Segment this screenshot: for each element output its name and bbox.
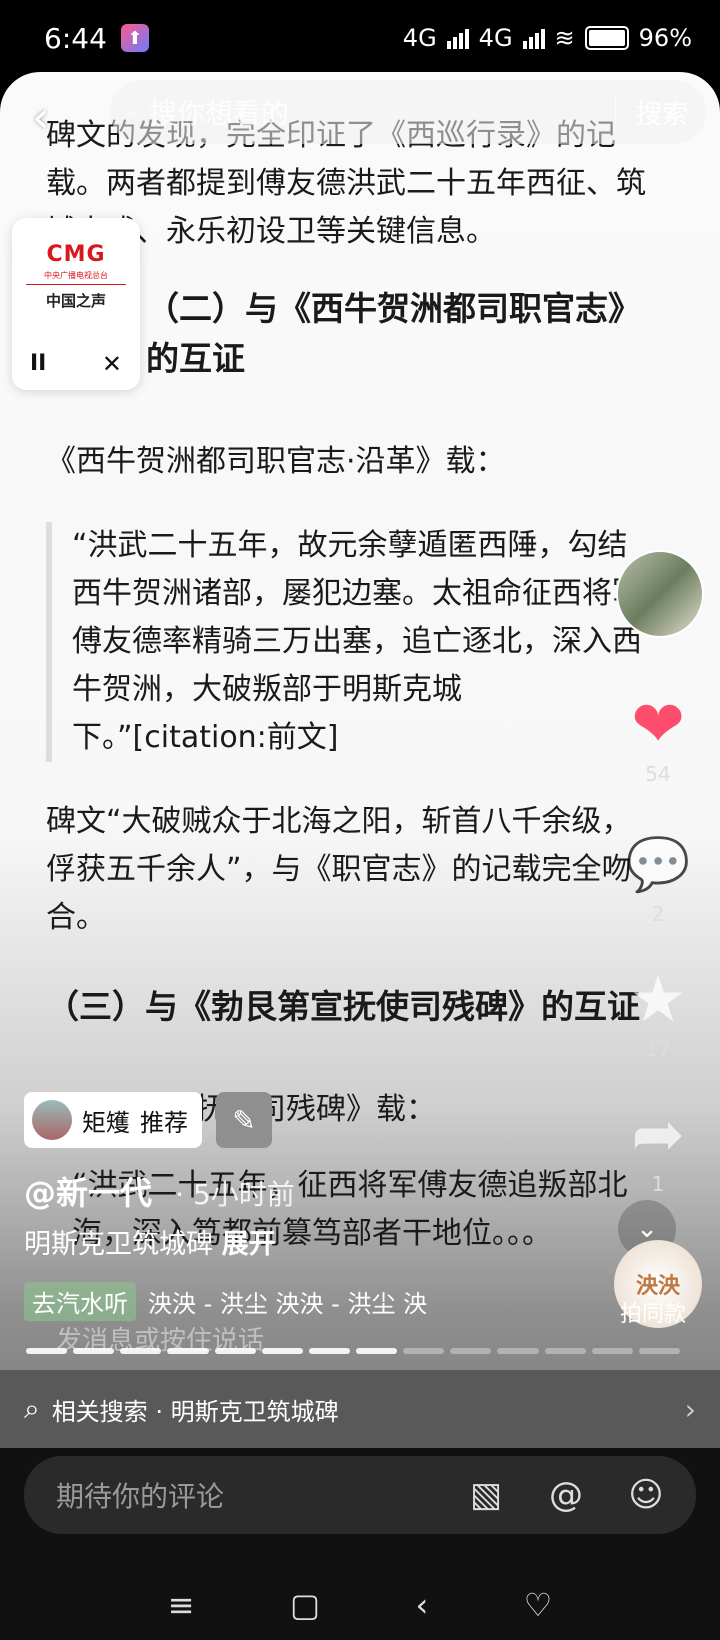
quote-text: “洪武二十五年，故元余孽遁匿西陲，勾结西牛贺洲诸部，屡犯边塞。太祖命征西将军傅友… xyxy=(72,528,642,755)
home-icon[interactable]: ▢ xyxy=(290,1586,320,1624)
status-bar: 6:44 ⬆ 4G 4G ≋ 96% xyxy=(0,0,720,76)
comment-area: 期待你的评论 ▧ @ ☺ ≡ ▢ ‹ ♡ xyxy=(0,1448,720,1640)
search-icon: ⌕ xyxy=(128,102,137,121)
mini-audio-player[interactable]: CMG 中央广播电视总台 中国之声 II ✕ xyxy=(12,218,140,390)
creator-avatar[interactable] xyxy=(616,550,704,638)
favorite-button[interactable]: ★ 17 xyxy=(618,965,698,1061)
comment-count: 2 xyxy=(651,902,665,926)
comment-input[interactable]: 期待你的评论 ▧ @ ☺ xyxy=(24,1456,696,1534)
recommender-chip[interactable]: 矩矱 推荐 xyxy=(24,1092,202,1148)
same-style-label[interactable]: 拍同款 xyxy=(620,1296,686,1328)
progress-segment xyxy=(591,1348,633,1354)
progress-segment xyxy=(403,1348,445,1354)
share-count: 1 xyxy=(651,1172,665,1196)
star-icon: ★ xyxy=(629,963,687,1037)
search-bar[interactable]: ⌕ 搜你想看的 搜索 xyxy=(110,80,706,144)
station-name: 中国之声 xyxy=(45,292,106,310)
comment-button[interactable]: 💬 2 xyxy=(618,830,698,926)
heart-icon: ❤ xyxy=(631,688,685,762)
progress-segment xyxy=(214,1348,256,1354)
signal-icon xyxy=(446,27,469,49)
like-count: 54 xyxy=(645,762,671,786)
progress-segment xyxy=(450,1348,492,1354)
share-icon: ➦ xyxy=(631,1098,685,1172)
progress-segment xyxy=(497,1348,539,1354)
progress-segment xyxy=(167,1348,209,1354)
network-label: 4G xyxy=(402,24,437,52)
progress-segment xyxy=(261,1348,303,1354)
menu-icon[interactable]: ≡ xyxy=(168,1586,195,1624)
progress-segment xyxy=(355,1348,398,1354)
progress-segment xyxy=(73,1348,115,1354)
post-time: · 5小时前 xyxy=(175,1178,295,1211)
recommender-avatar xyxy=(32,1100,72,1140)
related-search-bar[interactable]: ⌕ 相关搜索 · 明斯克卫筑城碑 › xyxy=(0,1370,720,1448)
signal-icon-2 xyxy=(522,27,545,49)
article-paragraph: 《西牛贺洲都司职官志·沿革》载： xyxy=(46,444,506,479)
article-paragraph: 碑文“大破贼众于北海之阳，斩首八千余级，俘获五千余人”，与《职官志》的记载完全吻… xyxy=(46,804,632,935)
music-bar[interactable]: 去汽水听 泱泱 - 洪尘 泱泱 - 洪尘 泱 xyxy=(24,1282,427,1321)
emoji-icon[interactable]: ☺ xyxy=(622,1471,670,1519)
divider xyxy=(26,284,126,285)
cmg-logo: CMG xyxy=(46,242,106,267)
author-handle[interactable]: @新一代 xyxy=(24,1174,152,1212)
progress-segment xyxy=(308,1348,350,1354)
clock: 6:44 xyxy=(44,21,107,55)
expand-link[interactable]: 展开 xyxy=(222,1229,276,1260)
post-description[interactable]: 明斯克卫筑城碑 展开 xyxy=(24,1222,276,1261)
section-heading: （三）与《勃艮第宣抚使司残碑》的互证 xyxy=(46,987,640,1026)
network-label-2: 4G xyxy=(478,24,513,52)
system-nav-bar: ≡ ▢ ‹ ♡ xyxy=(0,1570,720,1640)
progress-bar xyxy=(26,1348,680,1354)
comment-placeholder: 期待你的评论 xyxy=(56,1480,225,1513)
progress-segment xyxy=(544,1348,586,1354)
pause-icon[interactable]: II xyxy=(30,351,46,376)
search-button[interactable]: 搜索 xyxy=(614,93,688,131)
post-author[interactable]: @新一代 · 5小时前 xyxy=(24,1168,295,1214)
related-search-text: 相关搜索 · 明斯克卫筑城碑 xyxy=(51,1397,339,1426)
music-track: 泱泱 - 洪尘 泱泱 - 洪尘 泱 xyxy=(148,1290,428,1318)
progress-segment xyxy=(26,1348,68,1354)
battery-level: 96% xyxy=(638,24,692,52)
recommend-label: 推荐 xyxy=(140,1108,188,1137)
cmg-logo-subtitle: 中央广播电视总台 xyxy=(44,271,108,280)
favorite-count: 17 xyxy=(645,1037,671,1061)
chevron-right-icon: › xyxy=(684,1392,696,1426)
progress-segment xyxy=(638,1348,680,1354)
listen-tag[interactable]: 去汽水听 xyxy=(24,1282,136,1321)
close-icon[interactable]: ✕ xyxy=(102,350,122,378)
app-notification-icon: ⬆ xyxy=(120,24,149,52)
edit-icon[interactable]: ✎ xyxy=(216,1092,272,1148)
back-nav-icon[interactable]: ‹ xyxy=(415,1586,428,1624)
post-title: 明斯克卫筑城碑 xyxy=(24,1229,213,1260)
comment-icon: 💬 xyxy=(625,835,691,895)
battery-icon xyxy=(584,26,629,50)
recommender-name: 矩矱 xyxy=(82,1108,130,1137)
progress-segment xyxy=(120,1348,162,1354)
search-input[interactable]: 搜你想看的 xyxy=(149,92,615,132)
like-button[interactable]: ❤ 54 xyxy=(618,690,698,786)
assistant-icon[interactable]: ♡ xyxy=(524,1586,553,1624)
image-icon[interactable]: ▧ xyxy=(462,1471,510,1519)
at-icon[interactable]: @ xyxy=(542,1471,590,1519)
search-icon: ⌕ xyxy=(24,1392,40,1425)
back-icon[interactable]: ‹ xyxy=(32,92,50,143)
share-button[interactable]: ➦ 1 xyxy=(618,1100,698,1196)
quote-block: “洪武二十五年，故元余孽遁匿西陲，勾结西牛贺洲诸部，屡犯边塞。太祖命征西将军傅友… xyxy=(46,522,656,762)
wifi-icon: ≋ xyxy=(554,24,575,52)
